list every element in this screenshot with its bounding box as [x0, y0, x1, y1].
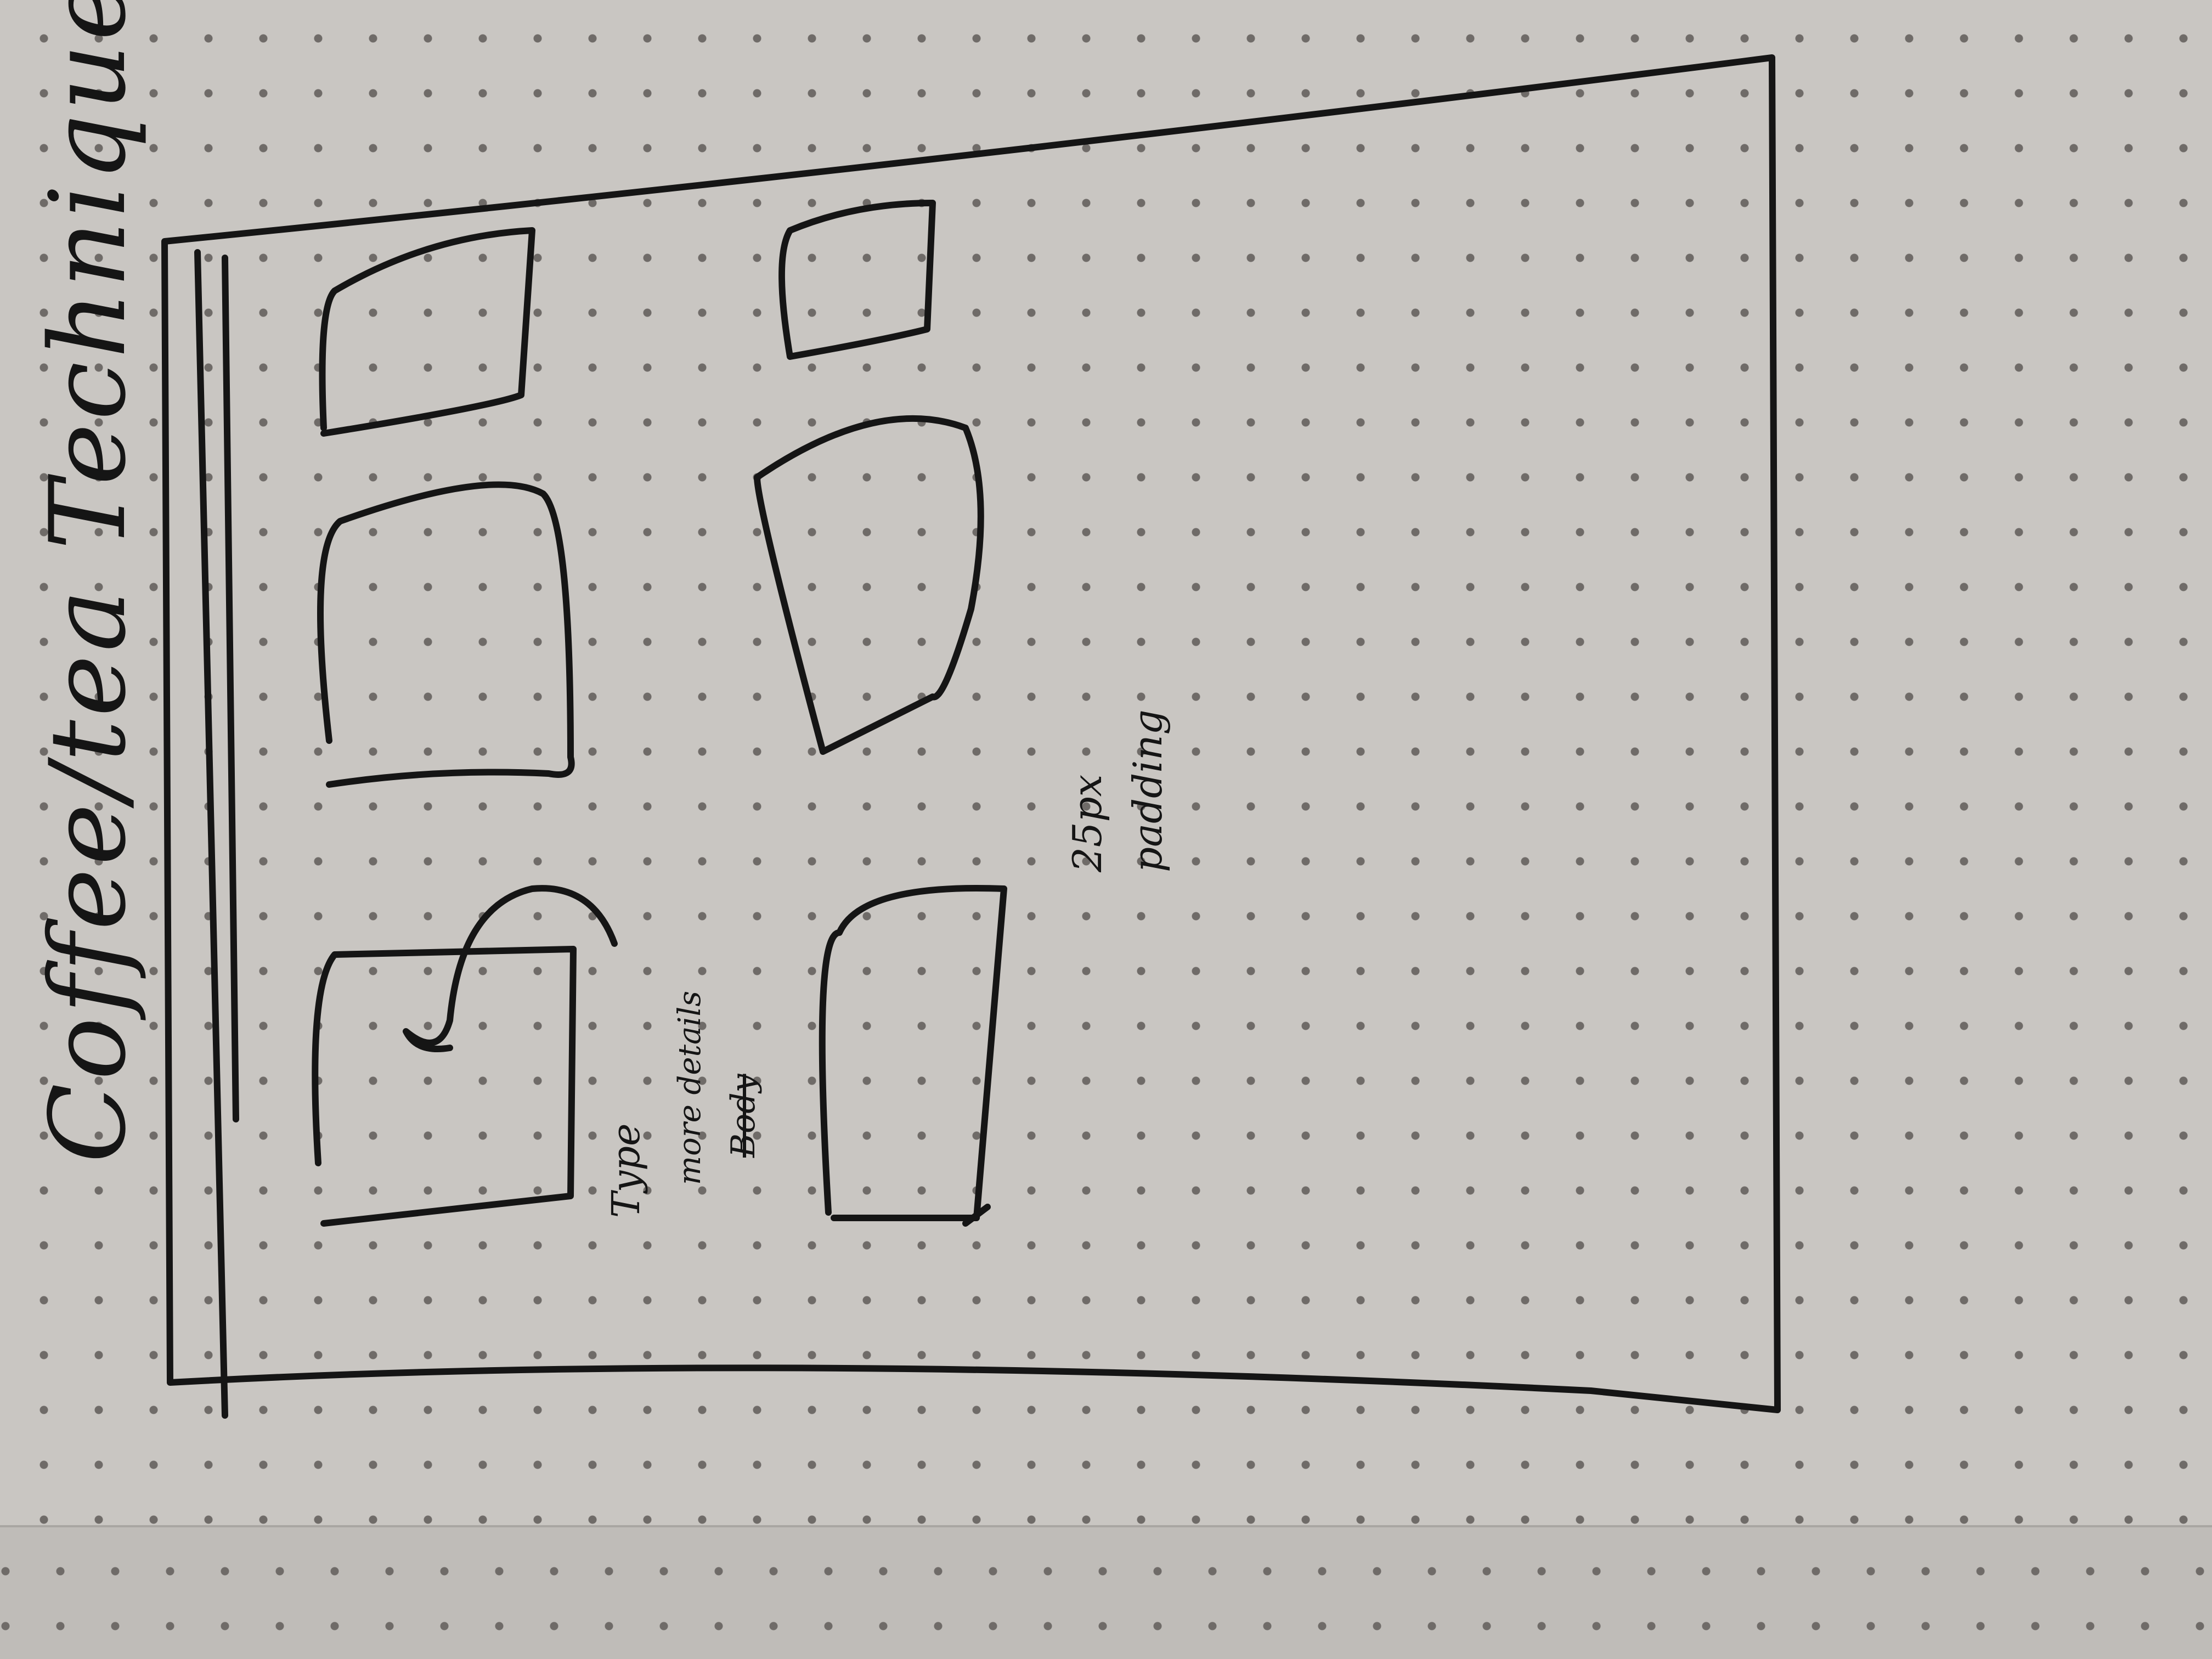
- card-1: [312, 946, 577, 1227]
- card-6: [778, 200, 936, 360]
- annotation-body-struck: Body: [724, 1074, 763, 1158]
- sketch-title: Coffee/tea Techniques: [27, 0, 149, 1163]
- card-3: [319, 227, 535, 437]
- card-2: [317, 481, 575, 788]
- arrow-curl: [403, 885, 618, 1052]
- annotation-more-details: more details: [672, 991, 708, 1185]
- photo-background: Coffee/tea Techniques Type more details …: [0, 0, 2212, 1659]
- card-4: [819, 885, 1007, 1221]
- card-5: [754, 415, 984, 755]
- header-line-1: [194, 249, 228, 1419]
- annotation-type: Type: [603, 1123, 648, 1218]
- outer-frame: [161, 54, 1781, 1413]
- annotation-padding-value: 25px: [1064, 774, 1110, 872]
- header-line-2: [222, 255, 239, 1122]
- annotation-padding-label: padding: [1125, 709, 1171, 872]
